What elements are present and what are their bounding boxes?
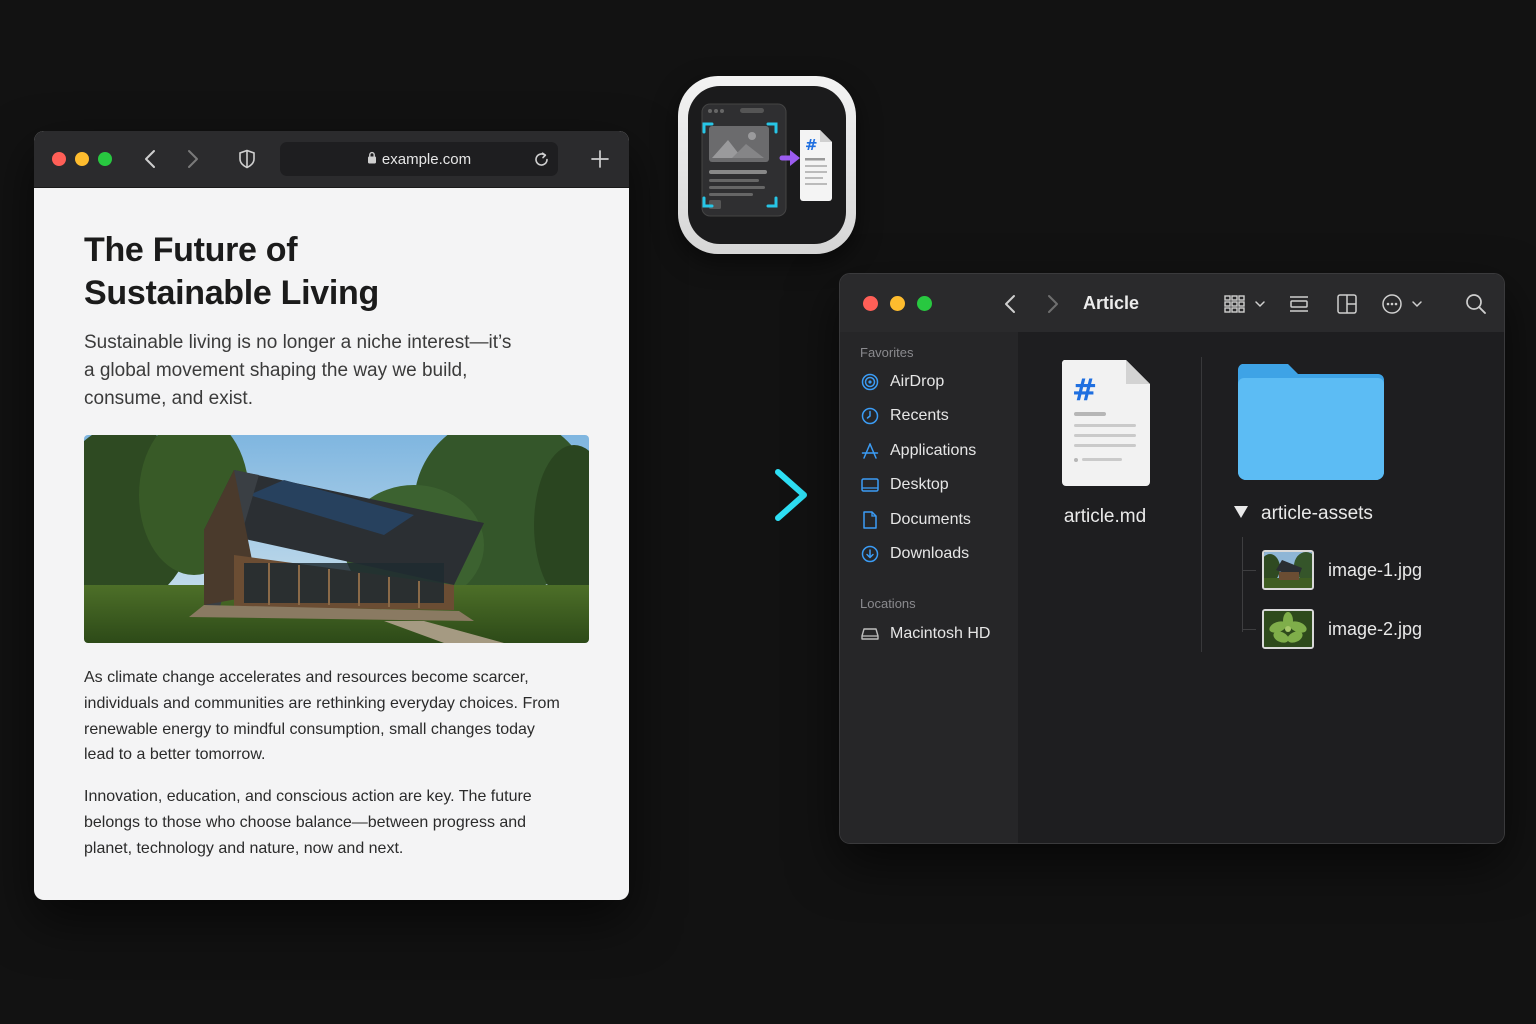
article-lede: Sustainable living is no longer a niche … bbox=[84, 332, 512, 409]
sidebar-item-applications[interactable]: Applications bbox=[860, 438, 976, 464]
close-window-button[interactable] bbox=[52, 152, 66, 166]
sidebar-item-documents[interactable]: Documents bbox=[860, 507, 971, 533]
folder-disclosure[interactable]: article-assets bbox=[1233, 503, 1373, 525]
tree-line bbox=[1242, 537, 1243, 632]
clock-icon bbox=[860, 406, 880, 426]
web-to-markdown-icon: # bbox=[701, 103, 832, 217]
lock-icon bbox=[367, 151, 377, 168]
sidebar-item-label: Applications bbox=[890, 442, 977, 459]
finder-sidebar: Favorites AirDrop Recents Applications D… bbox=[840, 332, 1018, 843]
download-icon bbox=[860, 544, 880, 564]
desktop-icon bbox=[860, 475, 880, 495]
sidebar-item-macintosh-hd[interactable]: Macintosh HD bbox=[860, 621, 990, 647]
window-title: Article bbox=[1083, 293, 1140, 313]
image-file-name: image-1.jpg bbox=[1328, 559, 1423, 580]
preview-pane-icon[interactable] bbox=[1336, 291, 1358, 317]
sidebar-item-label: Documents bbox=[890, 511, 971, 528]
sidebar-item-airdrop[interactable]: AirDrop bbox=[860, 369, 944, 395]
markdown-file-icon: # bbox=[1061, 360, 1150, 486]
zoom-window-button[interactable] bbox=[98, 152, 112, 166]
reload-icon[interactable] bbox=[529, 146, 553, 172]
forward-chevron-icon[interactable] bbox=[181, 145, 205, 173]
disclosure-triangle-icon[interactable] bbox=[1233, 503, 1249, 525]
zoom-window-button[interactable] bbox=[917, 296, 932, 311]
browser-toolbar: example.com bbox=[34, 131, 629, 188]
tree-branch bbox=[1242, 629, 1256, 630]
markdown-file[interactable]: # bbox=[1060, 358, 1152, 493]
finder-window: Article Favorites AirDrop Recents Applic… bbox=[839, 273, 1505, 844]
sidebar-item-label: AirDrop bbox=[890, 373, 945, 390]
conversion-arrow-icon bbox=[660, 469, 807, 521]
document-icon bbox=[860, 510, 880, 530]
sidebar-item-label: Recents bbox=[890, 407, 949, 424]
sidebar-item-downloads[interactable]: Downloads bbox=[860, 541, 969, 567]
shield-icon[interactable] bbox=[235, 145, 259, 173]
article: The Future of Sustainable Living Sustain… bbox=[84, 187, 594, 862]
group-icon[interactable] bbox=[1288, 291, 1310, 317]
airdrop-icon bbox=[860, 372, 880, 392]
finder-toolbar: Article bbox=[840, 274, 1504, 332]
back-chevron-icon[interactable] bbox=[138, 145, 162, 173]
markdown-file-name[interactable]: article.md bbox=[1040, 506, 1170, 528]
hero-image bbox=[84, 435, 589, 643]
close-window-button[interactable] bbox=[863, 296, 878, 311]
search-icon[interactable] bbox=[1465, 291, 1487, 317]
article-paragraph-2: Innovation, education, and conscious act… bbox=[84, 788, 532, 857]
favorites-heading: Favorites bbox=[860, 345, 914, 360]
app-icon[interactable]: # bbox=[678, 76, 856, 254]
forward-chevron-icon[interactable] bbox=[1047, 291, 1059, 317]
svg-text:#: # bbox=[805, 136, 818, 154]
plus-icon[interactable] bbox=[588, 145, 612, 173]
icon-view-icon[interactable] bbox=[1224, 291, 1268, 317]
sidebar-item-label: Desktop bbox=[890, 476, 949, 493]
sidebar-item-label: Macintosh HD bbox=[890, 625, 991, 642]
image-file-name: image-2.jpg bbox=[1328, 618, 1423, 639]
column-divider bbox=[1201, 357, 1202, 652]
sidebar-item-desktop[interactable]: Desktop bbox=[860, 472, 949, 498]
sidebar-item-recents[interactable]: Recents bbox=[860, 403, 949, 429]
image-thumbnail bbox=[1262, 550, 1314, 590]
svg-text:#: # bbox=[1072, 373, 1097, 408]
tree-branch bbox=[1242, 570, 1256, 571]
article-title: The Future of Sustainable Living bbox=[84, 231, 379, 312]
applications-icon bbox=[860, 441, 880, 461]
finder-content: # article.md article-assets image-1.jpg … bbox=[1018, 332, 1504, 843]
minimize-window-button[interactable] bbox=[890, 296, 905, 311]
folder-name: article-assets bbox=[1261, 503, 1373, 524]
back-chevron-icon[interactable] bbox=[1004, 291, 1016, 317]
folder-icon bbox=[1237, 364, 1384, 480]
article-paragraph-1: As climate change accelerates and resour… bbox=[84, 669, 560, 764]
locations-heading: Locations bbox=[860, 596, 916, 611]
image-thumbnail bbox=[1262, 609, 1314, 649]
minimize-window-button[interactable] bbox=[75, 152, 89, 166]
browser-window: example.com The Future of Sustainable Li… bbox=[34, 131, 629, 900]
disk-icon bbox=[860, 624, 880, 644]
image-file-row[interactable]: image-2.jpg bbox=[1262, 609, 1422, 649]
sidebar-item-label: Downloads bbox=[890, 545, 970, 562]
image-file-row[interactable]: image-1.jpg bbox=[1262, 550, 1422, 590]
url-text: example.com bbox=[381, 150, 472, 168]
app-icon-face: # bbox=[688, 86, 846, 244]
assets-folder[interactable] bbox=[1236, 360, 1386, 489]
more-options-icon[interactable] bbox=[1381, 291, 1425, 317]
address-bar[interactable]: example.com bbox=[280, 142, 558, 176]
